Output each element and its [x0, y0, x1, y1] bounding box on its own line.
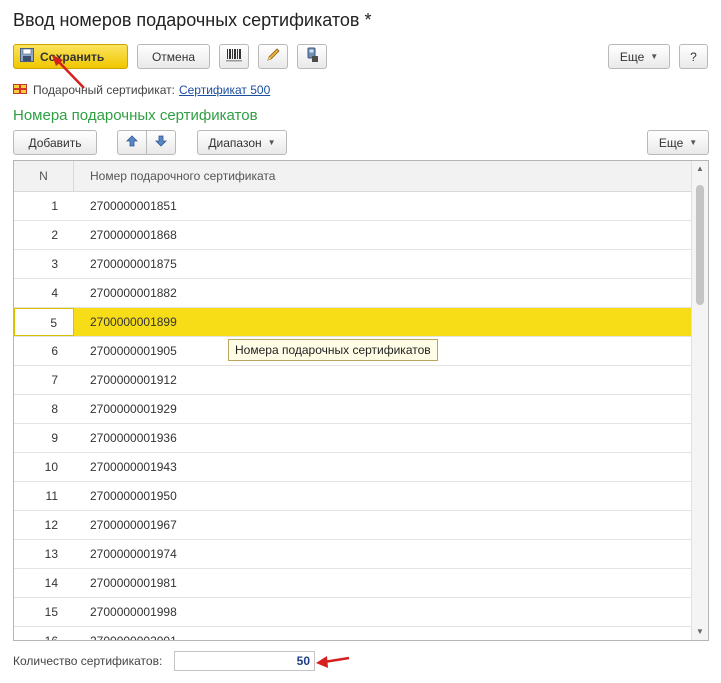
arrow-up-icon [126, 135, 138, 150]
help-button[interactable]: ? [679, 44, 708, 69]
certificate-number-cell: 2700000001974 [90, 547, 177, 561]
certificate-number-cell: 2700000001967 [90, 518, 177, 532]
scrollbar-thumb[interactable] [696, 185, 704, 305]
table-body: 1 2700000001851 2 2700000001868 3 27000000018… [14, 192, 692, 641]
count-label: Количество сертификатов: [13, 654, 163, 668]
row-number-cell: 10 [44, 460, 58, 474]
certificate-number-cell: 2700000001912 [90, 373, 177, 387]
row-number-cell: 6 [51, 344, 58, 358]
section-title: Номера подарочных сертификатов [13, 107, 258, 124]
certificate-number-cell: 2700000001943 [90, 460, 177, 474]
table-row[interactable]: 9 2700000001936 [14, 424, 692, 453]
row-number-cell: 9 [51, 431, 58, 445]
barcode-button[interactable] [219, 44, 249, 69]
table-row[interactable]: 8 2700000001929 [14, 395, 692, 424]
table-row[interactable]: 3 2700000001875 [14, 250, 692, 279]
row-number-cell: 5 [14, 308, 74, 336]
pencil-icon [265, 47, 281, 66]
table-row[interactable]: 15 2700000001998 [14, 598, 692, 627]
certificate-number-cell: 2700000001851 [90, 199, 177, 213]
list-more-button[interactable]: Еще ▼ [647, 130, 709, 155]
row-number-cell: 1 [51, 199, 58, 213]
table-row[interactable]: 4 2700000001882 [14, 279, 692, 308]
window-title: Ввод номеров подарочных сертификатов * [13, 10, 372, 30]
row-number-cell: 12 [44, 518, 58, 532]
certificate-number-cell: 2700000002001 [90, 634, 177, 641]
table-row[interactable]: 5 2700000001899 [14, 308, 692, 337]
table-row[interactable]: 7 2700000001912 [14, 366, 692, 395]
certificate-number-cell: 2700000001882 [90, 286, 177, 300]
list-more-button-label: Еще [658, 135, 684, 150]
row-number-cell: 11 [45, 489, 58, 503]
scanner-button[interactable] [297, 44, 327, 69]
barcode-icon [226, 48, 242, 65]
move-up-button[interactable] [117, 130, 147, 155]
certificate-icon [13, 83, 27, 98]
scroll-up-icon[interactable]: ▲ [692, 161, 708, 177]
more-button-label: Еще [619, 49, 645, 64]
table-row[interactable]: 11 2700000001950 [14, 482, 692, 511]
table-row[interactable]: 14 2700000001981 [14, 569, 692, 598]
row-number-cell: 3 [51, 257, 58, 271]
cancel-button[interactable]: Отмена [137, 44, 210, 69]
certificate-number-cell: 2700000001981 [90, 576, 177, 590]
row-number-cell: 2 [51, 228, 58, 242]
row-number-cell: 16 [44, 634, 58, 641]
certificates-table[interactable]: N Номер подарочного сертификата 1 2700000… [13, 160, 709, 641]
table-row[interactable]: 13 2700000001974 [14, 540, 692, 569]
save-icon [20, 48, 34, 65]
certificate-number-cell: 2700000001868 [90, 228, 177, 242]
arrow-down-icon [155, 135, 167, 150]
table-row[interactable]: 12 2700000001967 [14, 511, 692, 540]
row-number-cell: 14 [44, 576, 58, 590]
vertical-scrollbar[interactable]: ▲ ▼ [691, 161, 708, 640]
range-button[interactable]: Диапазон ▼ [197, 130, 287, 155]
row-number-cell: 4 [51, 286, 58, 300]
certificate-number-cell: 2700000001998 [90, 605, 177, 619]
chevron-down-icon: ▼ [650, 52, 659, 61]
certificate-number-cell: 2700000001905 [90, 344, 177, 358]
count-field[interactable]: 50 [174, 651, 315, 671]
column-header-number[interactable]: Номер подарочного сертификата [74, 161, 275, 192]
add-button[interactable]: Добавить [13, 130, 97, 155]
move-down-button[interactable] [146, 130, 176, 155]
scroll-down-icon[interactable]: ▼ [692, 624, 708, 640]
chevron-down-icon: ▼ [689, 138, 698, 147]
row-number-cell: 13 [44, 547, 58, 561]
chevron-down-icon: ▼ [267, 138, 276, 147]
annotation-arrow-count [316, 656, 350, 668]
range-button-label: Диапазон [208, 135, 262, 150]
row-number-cell: 7 [51, 373, 58, 387]
row-number-cell: 15 [44, 605, 58, 619]
certificate-number-cell: 2700000001936 [90, 431, 177, 445]
table-row[interactable]: 16 2700000002001 [14, 627, 692, 641]
certificate-link[interactable]: Сертификат 500 [179, 83, 270, 97]
annotation-arrow-save [52, 55, 85, 89]
column-header-n[interactable]: N [14, 161, 74, 191]
certificate-number-cell: 2700000001875 [90, 257, 177, 271]
table-row[interactable]: 10 2700000001943 [14, 453, 692, 482]
edit-button[interactable] [258, 44, 288, 69]
table-row[interactable]: 1 2700000001851 [14, 192, 692, 221]
tooltip: Номера подарочных сертификатов [228, 339, 438, 361]
certificate-number-cell: 2700000001950 [90, 489, 177, 503]
table-header: N Номер подарочного сертификата [14, 161, 692, 192]
certificate-number-cell: 2700000001929 [90, 402, 177, 416]
table-row[interactable]: 2 2700000001868 [14, 221, 692, 250]
certificate-number-cell: 2700000001899 [90, 315, 177, 329]
scanner-icon [304, 47, 320, 66]
row-number-cell: 8 [51, 402, 58, 416]
more-button[interactable]: Еще ▼ [608, 44, 670, 69]
